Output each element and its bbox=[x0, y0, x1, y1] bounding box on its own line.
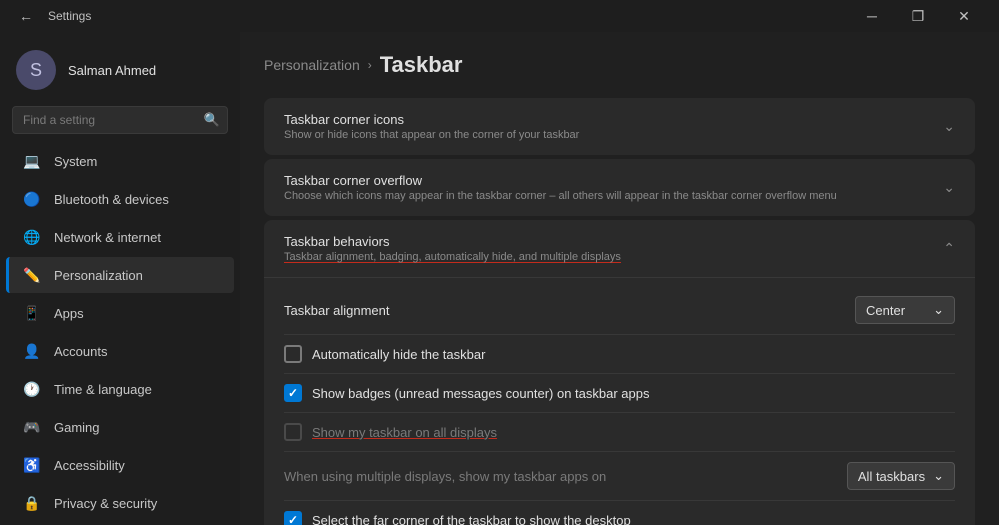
select-far-corner-label: Select the far corner of the taskbar to … bbox=[312, 513, 631, 525]
show-badges-checkbox[interactable] bbox=[284, 384, 302, 402]
apps-icon: 📱 bbox=[22, 303, 42, 323]
close-button[interactable]: ✕ bbox=[941, 0, 987, 32]
sidebar-item-label: Time & language bbox=[54, 382, 152, 397]
sidebar-item-network[interactable]: 🌐 Network & internet bbox=[6, 219, 234, 255]
sidebar-item-label: Bluetooth & devices bbox=[54, 192, 169, 207]
maximize-button[interactable]: ❐ bbox=[895, 0, 941, 32]
multi-display-label: When using multiple displays, show my ta… bbox=[284, 469, 606, 484]
sidebar-item-time[interactable]: 🕐 Time & language bbox=[6, 371, 234, 407]
personalization-icon: ✏️ bbox=[22, 265, 42, 285]
privacy-icon: 🔒 bbox=[22, 493, 42, 513]
main-layout: S Salman Ahmed 🔍 💻 System 🔵 Bluetooth & … bbox=[0, 32, 999, 525]
accounts-icon: 👤 bbox=[22, 341, 42, 361]
title-bar: ← Settings ─ ❐ ✕ bbox=[0, 0, 999, 32]
auto-hide-label: Automatically hide the taskbar bbox=[312, 347, 485, 362]
behaviors-title: Taskbar behaviors bbox=[284, 234, 621, 249]
user-profile[interactable]: S Salman Ahmed bbox=[0, 40, 240, 106]
user-name: Salman Ahmed bbox=[68, 63, 156, 78]
sidebar-item-label: Network & internet bbox=[54, 230, 161, 245]
sidebar-item-label: System bbox=[54, 154, 97, 169]
accessibility-icon: ♿ bbox=[22, 455, 42, 475]
page-title: Taskbar bbox=[380, 52, 463, 78]
show-badges-row: Show badges (unread messages counter) on… bbox=[284, 374, 955, 413]
show-badges-label: Show badges (unread messages counter) on… bbox=[312, 386, 649, 401]
time-icon: 🕐 bbox=[22, 379, 42, 399]
corner-icons-title: Taskbar corner icons bbox=[284, 112, 579, 127]
minimize-button[interactable]: ─ bbox=[849, 0, 895, 32]
sidebar-item-accessibility[interactable]: ♿ Accessibility bbox=[6, 447, 234, 483]
title-bar-left: ← Settings bbox=[12, 2, 91, 30]
search-box: 🔍 bbox=[12, 106, 228, 134]
network-icon: 🌐 bbox=[22, 227, 42, 247]
breadcrumb: Personalization › Taskbar bbox=[264, 52, 975, 78]
multi-display-chevron-icon: ⌄ bbox=[933, 468, 944, 484]
corner-overflow-chevron-icon: ⌄ bbox=[943, 179, 955, 196]
sidebar-item-accounts[interactable]: 👤 Accounts bbox=[6, 333, 234, 369]
select-far-corner-row: Select the far corner of the taskbar to … bbox=[284, 501, 955, 525]
select-far-corner-checkbox[interactable] bbox=[284, 511, 302, 525]
sidebar-item-label: Accessibility bbox=[54, 458, 125, 473]
alignment-dropdown[interactable]: Center ⌄ bbox=[855, 296, 955, 324]
window-controls: ─ ❐ ✕ bbox=[849, 0, 987, 32]
sidebar-item-gaming[interactable]: 🎮 Gaming bbox=[6, 409, 234, 445]
sidebar-item-personalization[interactable]: ✏️ Personalization bbox=[6, 257, 234, 293]
multi-display-value: All taskbars bbox=[858, 469, 925, 484]
sidebar-item-bluetooth[interactable]: 🔵 Bluetooth & devices bbox=[6, 181, 234, 217]
corner-icons-desc: Show or hide icons that appear on the co… bbox=[284, 129, 579, 141]
alignment-row: Taskbar alignment Center ⌄ bbox=[284, 286, 955, 335]
back-button[interactable]: ← bbox=[12, 2, 40, 30]
search-input[interactable] bbox=[12, 106, 228, 134]
taskbar-corner-icons-section: Taskbar corner icons Show or hide icons … bbox=[264, 98, 975, 155]
corner-icons-chevron-icon: ⌄ bbox=[943, 118, 955, 135]
gaming-icon: 🎮 bbox=[22, 417, 42, 437]
show-all-displays-checkbox[interactable] bbox=[284, 423, 302, 441]
alignment-value: Center bbox=[866, 303, 905, 318]
taskbar-corner-overflow-section: Taskbar corner overflow Choose which ico… bbox=[264, 159, 975, 216]
auto-hide-row: Automatically hide the taskbar bbox=[284, 335, 955, 374]
sidebar: S Salman Ahmed 🔍 💻 System 🔵 Bluetooth & … bbox=[0, 32, 240, 525]
search-icon: 🔍 bbox=[204, 112, 220, 128]
show-all-displays-label: Show my taskbar on all displays bbox=[312, 425, 497, 440]
alignment-dropdown-chevron-icon: ⌄ bbox=[933, 302, 944, 318]
sidebar-item-privacy[interactable]: 🔒 Privacy & security bbox=[6, 485, 234, 521]
sidebar-item-apps[interactable]: 📱 Apps bbox=[6, 295, 234, 331]
breadcrumb-separator: › bbox=[368, 58, 372, 72]
taskbar-behaviors-section: Taskbar behaviors Taskbar alignment, bad… bbox=[264, 220, 975, 525]
behaviors-desc: Taskbar alignment, badging, automaticall… bbox=[284, 251, 621, 263]
taskbar-corner-icons-header[interactable]: Taskbar corner icons Show or hide icons … bbox=[264, 98, 975, 155]
sidebar-item-label: Gaming bbox=[54, 420, 100, 435]
auto-hide-checkbox[interactable] bbox=[284, 345, 302, 363]
avatar: S bbox=[16, 50, 56, 90]
sidebar-item-system[interactable]: 💻 System bbox=[6, 143, 234, 179]
bluetooth-icon: 🔵 bbox=[22, 189, 42, 209]
corner-overflow-title: Taskbar corner overflow bbox=[284, 173, 837, 188]
show-all-displays-row: Show my taskbar on all displays bbox=[284, 413, 955, 452]
corner-overflow-desc: Choose which icons may appear in the tas… bbox=[284, 190, 837, 202]
breadcrumb-parent[interactable]: Personalization bbox=[264, 57, 360, 73]
sidebar-item-label: Personalization bbox=[54, 268, 143, 283]
system-icon: 💻 bbox=[22, 151, 42, 171]
sidebar-item-label: Accounts bbox=[54, 344, 107, 359]
alignment-label: Taskbar alignment bbox=[284, 303, 390, 318]
window-title: Settings bbox=[48, 9, 91, 23]
taskbar-corner-overflow-header[interactable]: Taskbar corner overflow Choose which ico… bbox=[264, 159, 975, 216]
content-area: Personalization › Taskbar Taskbar corner… bbox=[240, 32, 999, 525]
sidebar-item-label: Apps bbox=[54, 306, 84, 321]
behaviors-chevron-icon: ⌃ bbox=[943, 240, 955, 257]
sidebar-item-label: Privacy & security bbox=[54, 496, 157, 511]
behaviors-expanded: Taskbar alignment Center ⌄ Automatically… bbox=[264, 277, 975, 525]
taskbar-behaviors-header[interactable]: Taskbar behaviors Taskbar alignment, bad… bbox=[264, 220, 975, 277]
multi-display-row: When using multiple displays, show my ta… bbox=[284, 452, 955, 501]
multi-display-dropdown[interactable]: All taskbars ⌄ bbox=[847, 462, 955, 490]
